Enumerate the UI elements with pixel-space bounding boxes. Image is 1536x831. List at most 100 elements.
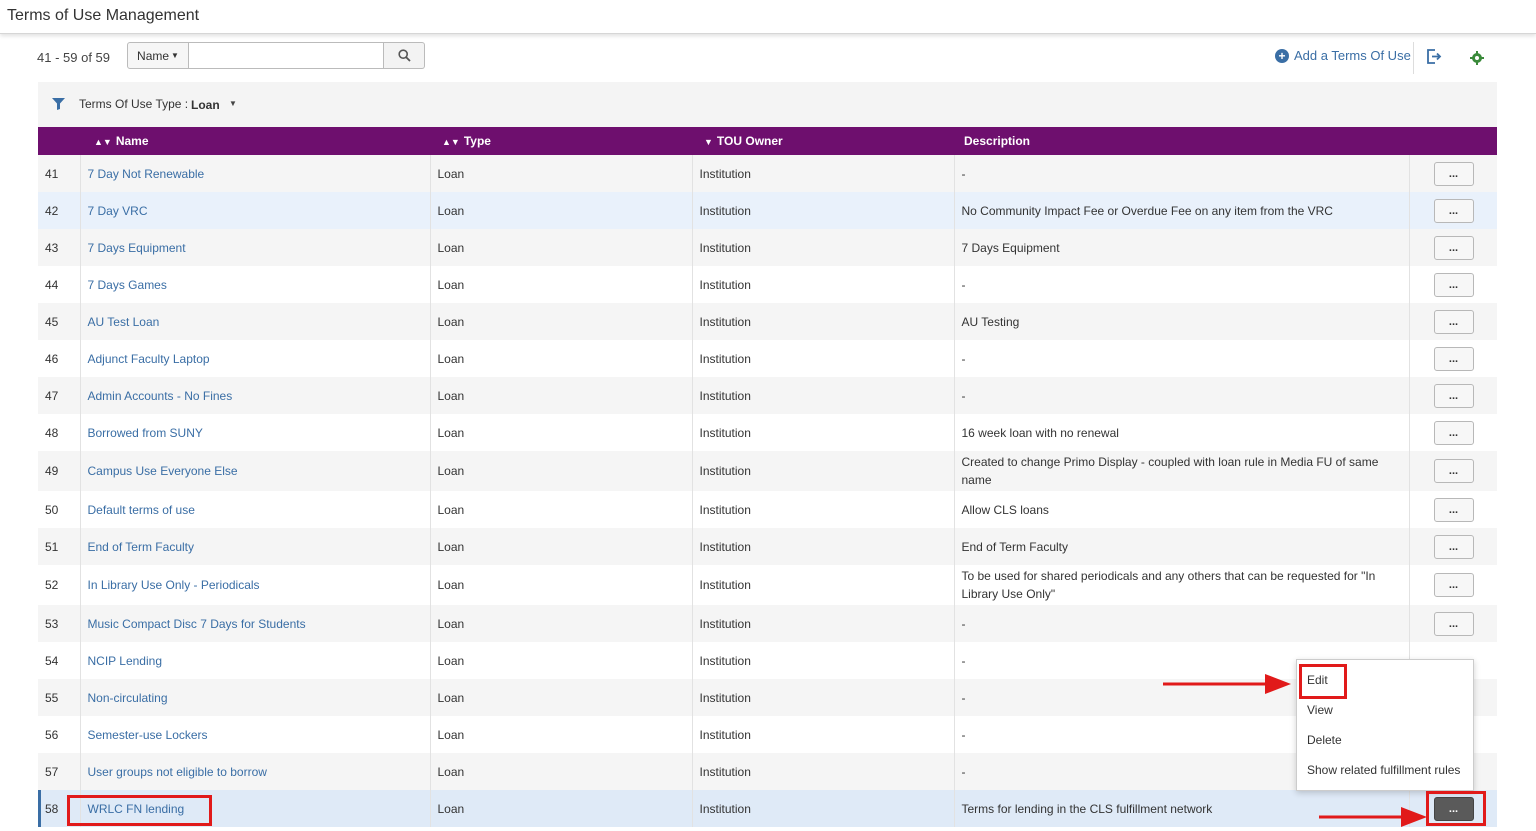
menu-item-delete[interactable]: Delete	[1307, 733, 1342, 747]
row-owner: Institution	[692, 565, 955, 605]
row-description: 16 week loan with no renewal	[954, 414, 1410, 451]
row-type: Loan	[430, 377, 693, 414]
search-bar: Name ▼	[127, 42, 425, 69]
row-actions-button[interactable]: ...	[1433, 497, 1474, 522]
table-row[interactable]: 46 Adjunct Faculty Laptop Loan Institution -…	[38, 340, 1497, 377]
funnel-icon	[52, 98, 65, 110]
add-terms-of-use-button[interactable]: + Add a Terms Of Use	[1275, 48, 1411, 63]
row-description: No Community Impact Fee or Overdue Fee o…	[954, 192, 1410, 229]
page-header: Terms of Use Management	[0, 0, 1536, 34]
row-type: Loan	[430, 642, 693, 679]
row-actions-button[interactable]: ...	[1433, 611, 1474, 636]
row-name-link[interactable]: 7 Day VRC	[88, 204, 148, 218]
caret-down-icon: ▼	[171, 51, 179, 60]
row-name-link[interactable]: 7 Days Equipment	[88, 241, 186, 255]
row-actions-button[interactable]: ...	[1433, 161, 1474, 186]
table-row[interactable]: 43 7 Days Equipment Loan Institution 7 Days …	[38, 229, 1497, 266]
row-name-link[interactable]: End of Term Faculty	[88, 540, 195, 554]
row-name-link[interactable]: AU Test Loan	[88, 315, 160, 329]
row-actions-button[interactable]: ...	[1433, 459, 1474, 483]
row-actions-cell: ...	[1409, 491, 1497, 528]
table-row[interactable]: 49 Campus Use Everyone Else Loan Institutio…	[38, 451, 1497, 491]
row-actions-cell: ...	[1409, 303, 1497, 340]
row-actions-button[interactable]: ...	[1433, 383, 1474, 408]
row-description: To be used for shared periodicals and an…	[954, 565, 1410, 605]
row-number: 45	[38, 303, 81, 340]
row-owner: Institution	[692, 451, 955, 491]
row-number: 49	[38, 451, 81, 491]
table-row[interactable]: 52 In Library Use Only - Periodicals Loan I…	[38, 565, 1497, 605]
row-name-link[interactable]: Admin Accounts - No Fines	[88, 389, 233, 403]
row-name: 7 Day Not Renewable	[80, 155, 431, 192]
terms-of-use-table: ▲▼ Name ▲▼ Type ▼ TOU Owner Description 41 7…	[38, 127, 1497, 827]
table-row[interactable]: 42 7 Day VRC Loan Institution No Community I…	[38, 192, 1497, 229]
caret-down-icon[interactable]: ▼	[229, 99, 237, 108]
search-input[interactable]	[189, 42, 384, 69]
table-row[interactable]: 44 7 Days Games Loan Institution -...	[38, 266, 1497, 303]
column-header-owner[interactable]: ▼ TOU Owner	[692, 127, 954, 155]
row-type: Loan	[430, 303, 693, 340]
menu-item-show-related-rules[interactable]: Show related fulfillment rules	[1307, 763, 1460, 777]
result-count: 41 - 59 of 59	[37, 50, 110, 65]
table-row[interactable]: 57 User groups not eligible to borrow Loan…	[38, 753, 1497, 790]
row-name-link[interactable]: Semester-use Lockers	[88, 728, 208, 742]
row-name: 7 Days Games	[80, 266, 431, 303]
row-actions-cell: ...	[1409, 565, 1497, 605]
row-owner: Institution	[692, 491, 955, 528]
row-name-link[interactable]: Default terms of use	[88, 503, 195, 517]
export-icon[interactable]	[1426, 49, 1442, 64]
row-name: 7 Day VRC	[80, 192, 431, 229]
row-name-link[interactable]: Adjunct Faculty Laptop	[88, 352, 210, 366]
search-scope-dropdown[interactable]: Name ▼	[127, 42, 189, 69]
row-name: Default terms of use	[80, 491, 431, 528]
column-header-name[interactable]: ▲▼ Name	[80, 127, 430, 155]
row-actions-button[interactable]: ...	[1433, 573, 1474, 597]
row-type: Loan	[430, 565, 693, 605]
row-type: Loan	[430, 414, 693, 451]
row-name: Non-circulating	[80, 679, 431, 716]
row-actions-button[interactable]: ...	[1433, 235, 1474, 260]
row-actions-cell: ...	[1409, 377, 1497, 414]
row-name-link[interactable]: Campus Use Everyone Else	[88, 464, 238, 478]
row-owner: Institution	[692, 679, 955, 716]
annotation-highlight-edit	[1299, 664, 1347, 699]
row-actions-cell: ...	[1409, 451, 1497, 491]
menu-item-view[interactable]: View	[1307, 703, 1333, 717]
row-actions-button[interactable]: ...	[1433, 534, 1474, 559]
column-header-type[interactable]: ▲▼ Type	[430, 127, 692, 155]
search-icon	[397, 49, 411, 62]
row-name-link[interactable]: 7 Day Not Renewable	[88, 167, 205, 181]
table-row[interactable]: 58 WRLC FN lending Loan Institution Terms fo…	[38, 790, 1497, 827]
annotation-arrow-icon	[1319, 807, 1427, 827]
row-owner: Institution	[692, 528, 955, 565]
gear-icon[interactable]	[1470, 51, 1484, 65]
table-row[interactable]: 51 End of Term Faculty Loan Institution End …	[38, 528, 1497, 565]
row-actions-button[interactable]: ...	[1433, 346, 1474, 371]
row-actions-button[interactable]: ...	[1433, 198, 1474, 223]
row-actions-button[interactable]: ...	[1433, 420, 1474, 445]
search-button[interactable]	[384, 42, 425, 69]
table-row[interactable]: 45 AU Test Loan Loan Institution AU Testing.…	[38, 303, 1497, 340]
row-name-link[interactable]: NCIP Lending	[88, 654, 163, 668]
table-row[interactable]: 41 7 Day Not Renewable Loan Institution -...	[38, 155, 1497, 192]
row-name-link[interactable]: 7 Days Games	[88, 278, 167, 292]
row-name-link[interactable]: User groups not eligible to borrow	[88, 765, 267, 779]
row-owner: Institution	[692, 377, 955, 414]
table-row[interactable]: 53 Music Compact Disc 7 Days for Students…	[38, 605, 1497, 642]
table-row[interactable]: 50 Default terms of use Loan Institution All…	[38, 491, 1497, 528]
row-actions-button[interactable]: ...	[1433, 272, 1474, 297]
row-name-link[interactable]: Non-circulating	[88, 691, 168, 705]
table-row[interactable]: 47 Admin Accounts - No Fines Loan Instituti…	[38, 377, 1497, 414]
row-description: Created to change Primo Display - couple…	[954, 451, 1410, 491]
column-header-description[interactable]: Description	[954, 127, 1409, 155]
row-name-link[interactable]: Borrowed from SUNY	[88, 426, 203, 440]
table-row[interactable]: 48 Borrowed from SUNY Loan Institution 16 we…	[38, 414, 1497, 451]
row-description: -	[954, 340, 1410, 377]
row-actions-button[interactable]: ...	[1433, 309, 1474, 334]
row-name-link[interactable]: Music Compact Disc 7 Days for Students	[88, 617, 306, 631]
row-name-link[interactable]: In Library Use Only - Periodicals	[88, 578, 260, 592]
table-row[interactable]: 56 Semester-use Lockers Loan Institution -	[38, 716, 1497, 753]
row-name: AU Test Loan	[80, 303, 431, 340]
filter-value-dropdown[interactable]: Loan	[191, 98, 220, 112]
row-owner: Institution	[692, 340, 955, 377]
